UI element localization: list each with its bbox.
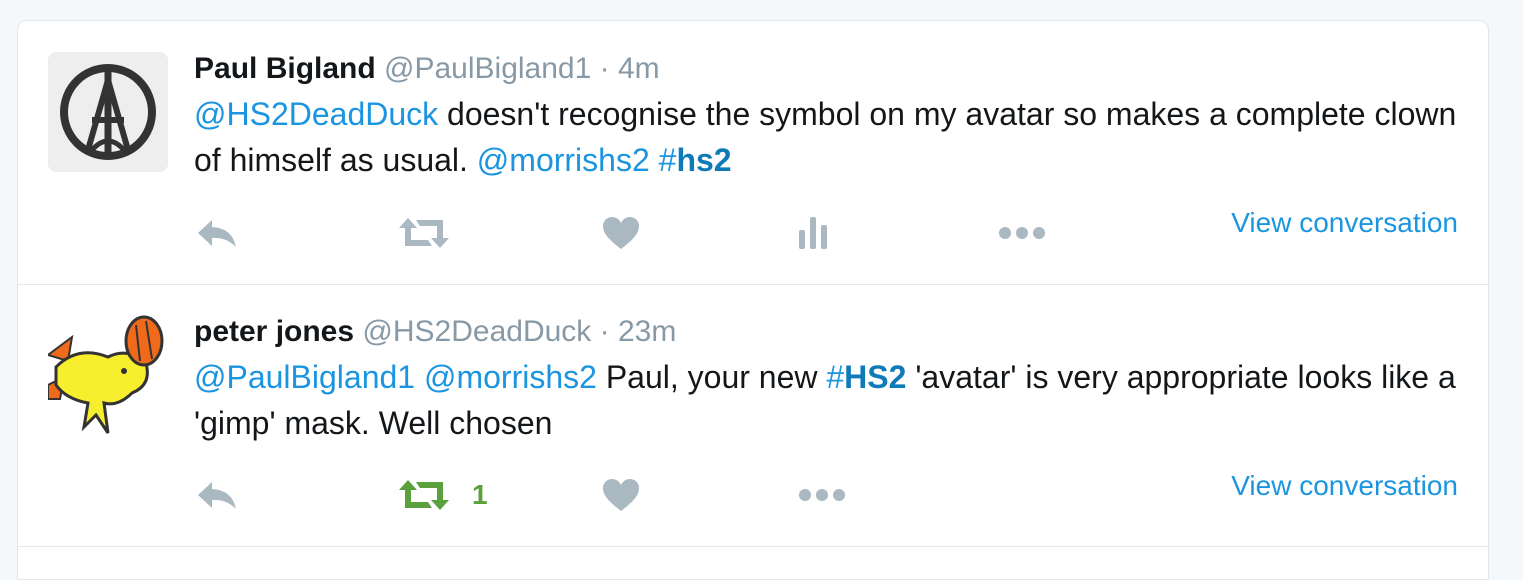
peace-eiffel-icon xyxy=(60,64,156,160)
tweet-text-segment xyxy=(650,142,659,178)
fullname[interactable]: peter jones xyxy=(194,315,354,348)
timeline: Paul Bigland @PaulBigland1 · 4m @HS2Dead… xyxy=(17,20,1489,580)
like-button[interactable] xyxy=(602,473,640,517)
more-button[interactable] xyxy=(798,473,846,517)
mention-link[interactable]: @morrishs2 xyxy=(477,142,650,178)
retweet-icon xyxy=(399,480,449,510)
like-button[interactable] xyxy=(602,211,640,255)
tweet[interactable]: peter jones @HS2DeadDuck · 23m @PaulBigl… xyxy=(18,285,1488,547)
tweet-content: peter jones @HS2DeadDuck · 23m @PaulBigl… xyxy=(194,312,1458,446)
like-icon xyxy=(603,217,639,249)
timestamp[interactable]: 4m xyxy=(618,52,660,85)
more-icon xyxy=(799,489,845,501)
hashtag-symbol[interactable]: # xyxy=(659,142,677,178)
hashtag-link[interactable]: hs2 xyxy=(676,142,731,178)
separator: · xyxy=(599,315,610,348)
retweet-count: 1 xyxy=(472,479,488,510)
view-conversation-link[interactable]: View conversation xyxy=(1231,207,1458,239)
analytics-icon xyxy=(799,217,827,249)
more-icon xyxy=(999,227,1045,239)
mention-link[interactable]: @PaulBigland1 xyxy=(194,359,415,395)
retweet-button[interactable]: 1 xyxy=(398,473,488,517)
duck-icon xyxy=(48,315,164,434)
mention-link[interactable]: @HS2DeadDuck xyxy=(194,96,438,132)
mention-link[interactable]: @morrishs2 xyxy=(424,359,597,395)
avatar[interactable] xyxy=(48,315,168,435)
reply-icon xyxy=(198,482,236,509)
tweet-text-segment: Paul, your new xyxy=(596,359,827,395)
username[interactable]: @PaulBigland1 xyxy=(384,52,591,85)
username[interactable]: @HS2DeadDuck xyxy=(362,315,591,348)
hashtag-link[interactable]: HS2 xyxy=(844,359,906,395)
reply-icon xyxy=(198,220,236,247)
view-conversation-link[interactable]: View conversation xyxy=(1231,470,1458,502)
tweet-text: @HS2DeadDuck doesn't recognise the symbo… xyxy=(194,91,1458,183)
reply-button[interactable] xyxy=(196,211,238,255)
tweet-header: Paul Bigland @PaulBigland1 · 4m xyxy=(194,49,1458,89)
tweet-text: @PaulBigland1 @morrishs2 Paul, your new … xyxy=(194,354,1458,446)
tweet-text-segment xyxy=(415,359,424,395)
more-button[interactable] xyxy=(998,211,1046,255)
tweet-header: peter jones @HS2DeadDuck · 23m xyxy=(194,312,1458,352)
fullname[interactable]: Paul Bigland xyxy=(194,52,376,85)
like-icon xyxy=(603,479,639,511)
avatar[interactable] xyxy=(48,52,168,172)
tweet[interactable]: Paul Bigland @PaulBigland1 · 4m @HS2Dead… xyxy=(18,21,1488,285)
separator: · xyxy=(599,52,610,85)
retweet-icon xyxy=(399,218,449,248)
hashtag-symbol[interactable]: # xyxy=(826,359,844,395)
tweet-content: Paul Bigland @PaulBigland1 · 4m @HS2Dead… xyxy=(194,49,1458,183)
analytics-button[interactable] xyxy=(798,211,828,255)
retweet-button[interactable] xyxy=(398,211,450,255)
timestamp[interactable]: 23m xyxy=(618,315,676,348)
reply-button[interactable] xyxy=(196,473,238,517)
